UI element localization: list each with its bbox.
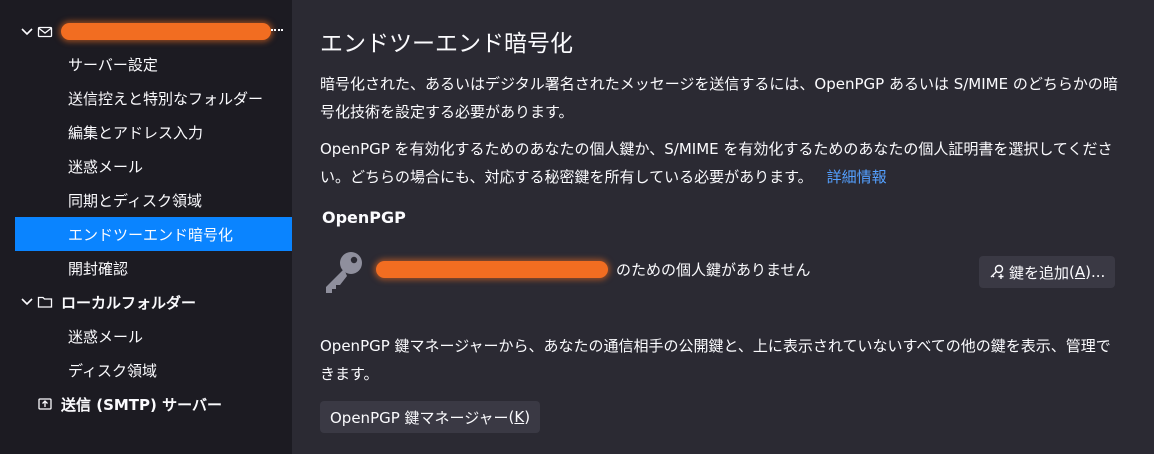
account-tree-sidebar: サーバー設定 送信控えと特別なフォルダー 編集とアドレス入力 迷惑メール 同期と… <box>0 0 292 454</box>
sidebar-item-label: ディスク領域 <box>68 361 157 380</box>
sidebar-item-composition[interactable]: 編集とアドレス入力 <box>15 115 292 149</box>
sidebar-item-local-disk[interactable]: ディスク領域 <box>15 353 292 387</box>
sidebar-item-label: 迷惑メール <box>68 327 144 346</box>
account-overflow-dots <box>271 29 283 35</box>
smtp-label: 送信 (SMTP) サーバー <box>61 395 222 414</box>
sidebar-item-label: 編集とアドレス入力 <box>68 123 204 142</box>
chevron-down-icon[interactable] <box>20 25 34 39</box>
sidebar-item-server-settings[interactable]: サーバー設定 <box>15 47 292 81</box>
folder-icon <box>37 296 53 308</box>
learn-more-link[interactable]: 詳細情報 <box>827 168 887 186</box>
sidebar-item-return-receipts[interactable]: 開封確認 <box>15 251 292 285</box>
openpgp-heading: OpenPGP <box>322 208 406 227</box>
sidebar-item-sync-disk[interactable]: 同期とディスク領域 <box>15 183 292 217</box>
openpgp-key-manager-button[interactable]: OpenPGP 鍵マネージャー(K) <box>320 401 541 433</box>
no-key-text: のための個人鍵がありません <box>616 260 811 279</box>
manager-description: OpenPGP 鍵マネージャーから、あなたの通信相手の公開鍵と、上に表示されてい… <box>320 337 1111 383</box>
local-folders-label: ローカルフォルダー <box>61 293 197 312</box>
mail-icon <box>37 26 53 38</box>
intro-text-2: OpenPGP を有効化するためのあなたの個人鍵か、S/MIME を有効化するた… <box>320 135 1120 191</box>
key-manager-label: OpenPGP 鍵マネージャー <box>330 408 509 427</box>
sidebar-item-label: エンドツーエンド暗号化 <box>68 225 234 244</box>
sidebar-item-label: 送信控えと特別なフォルダー <box>68 89 264 108</box>
add-key-icon <box>990 264 1004 279</box>
add-key-suffix: ... <box>1091 263 1106 281</box>
sidebar-item-label: 迷惑メール <box>68 157 144 176</box>
intro-text-2-body: OpenPGP を有効化するためのあなたの個人鍵か、S/MIME を有効化するた… <box>320 140 1113 186</box>
redacted-email <box>376 260 608 278</box>
sidebar-item-junk[interactable]: 迷惑メール <box>15 149 292 183</box>
add-key-accesskey: A <box>1074 263 1086 281</box>
add-key-button[interactable]: 鍵を追加(A)... <box>979 256 1116 288</box>
smtp-server-row[interactable]: 送信 (SMTP) サーバー <box>15 387 292 421</box>
local-folders-row[interactable]: ローカルフォルダー <box>15 285 292 319</box>
no-key-message: のための個人鍵がありません <box>376 255 811 283</box>
account-row[interactable] <box>15 15 292 49</box>
redacted-account-name <box>61 23 271 40</box>
chevron-down-icon[interactable] <box>20 295 34 309</box>
smtp-icon <box>38 398 52 410</box>
key-manager-accesskey: K <box>514 408 525 426</box>
sidebar-item-label: 同期とディスク領域 <box>68 191 202 210</box>
sidebar-item-local-junk[interactable]: 迷惑メール <box>15 319 292 353</box>
sidebar-item-copies-folders[interactable]: 送信控えと特別なフォルダー <box>15 81 292 115</box>
sidebar-item-e2e-encryption[interactable]: エンドツーエンド暗号化 <box>15 217 292 251</box>
key-icon <box>326 252 362 293</box>
add-key-label: 鍵を追加 <box>1009 263 1070 282</box>
sidebar-item-label: 開封確認 <box>68 259 129 278</box>
account-settings-window: サーバー設定 送信控えと特別なフォルダー 編集とアドレス入力 迷惑メール 同期と… <box>0 0 1154 454</box>
sidebar-item-label: サーバー設定 <box>68 55 158 74</box>
e2e-encryption-pane: エンドツーエンド暗号化 暗号化された、あるいはデジタル署名されたメッセージを送信… <box>292 0 1154 454</box>
page-title: エンドツーエンド暗号化 <box>320 31 573 57</box>
intro-text: 暗号化された、あるいはデジタル署名されたメッセージを送信するには、OpenPGP… <box>320 75 1118 121</box>
